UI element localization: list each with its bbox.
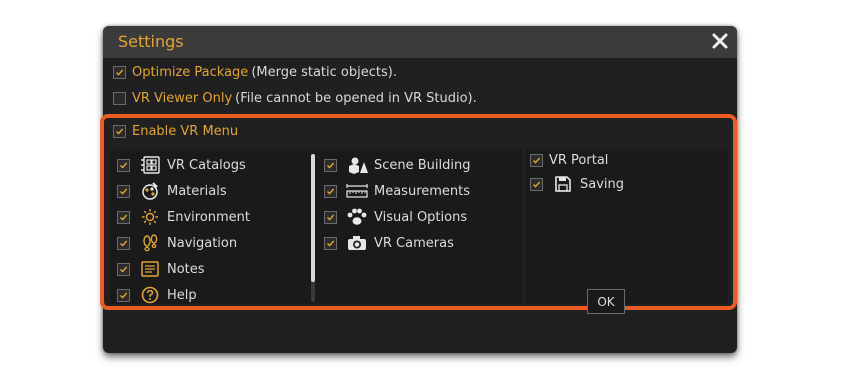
optimize-package-checkbox[interactable] bbox=[113, 66, 126, 79]
vr-menu-highlight bbox=[100, 114, 737, 310]
title-bar[interactable]: Settings bbox=[103, 26, 737, 58]
dialog-title: Settings bbox=[118, 32, 184, 51]
vr-viewer-only-option[interactable]: VR Viewer Only (File cannot be opened in… bbox=[113, 91, 477, 106]
close-icon[interactable] bbox=[709, 30, 731, 52]
vr-viewer-only-label: VR Viewer Only bbox=[132, 91, 233, 106]
ok-button[interactable]: OK bbox=[587, 289, 625, 314]
optimize-package-label: Optimize Package bbox=[132, 65, 249, 80]
optimize-package-option[interactable]: Optimize Package (Merge static objects). bbox=[113, 65, 397, 80]
optimize-package-note: (Merge static objects). bbox=[251, 65, 397, 80]
vr-viewer-only-checkbox[interactable] bbox=[113, 92, 126, 105]
vr-viewer-only-note: (File cannot be opened in VR Studio). bbox=[235, 91, 477, 106]
